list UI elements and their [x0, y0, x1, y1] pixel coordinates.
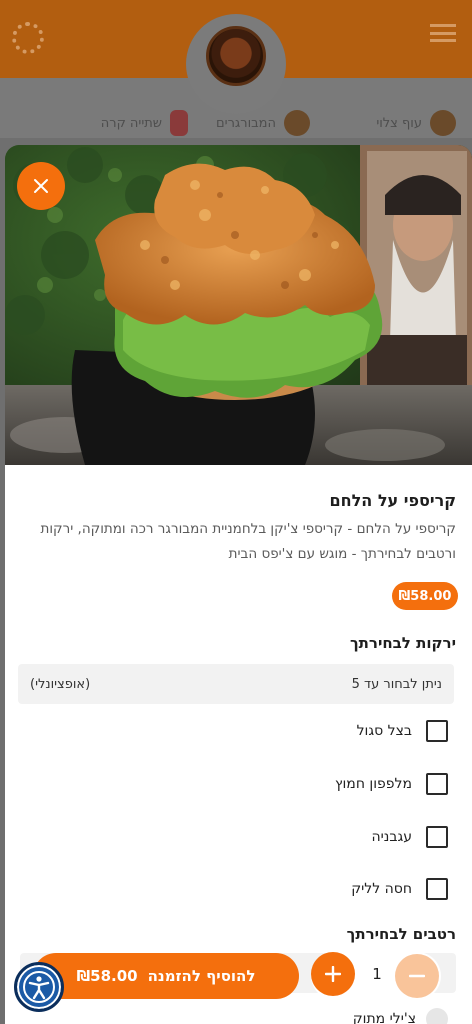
- close-button[interactable]: [17, 162, 65, 210]
- sauce-option-label: צ'ילי מתוק: [352, 1011, 416, 1024]
- category-icon: [284, 110, 310, 136]
- product-image: [5, 145, 472, 465]
- option-checkbox[interactable]: [426, 826, 448, 848]
- category-icon: [170, 110, 188, 136]
- option-label: עגבניה: [371, 829, 412, 845]
- product-description: קריספי על הלחם - קריספי צ'יקן בלחמניית ה…: [40, 521, 456, 562]
- vegetable-option[interactable]: בצל סגול: [357, 719, 448, 743]
- background-categories: עוף צלוי המבורגרים שתייה קרה: [0, 104, 472, 144]
- product-modal: קריספי על הלחם קריספי על הלחם - קריספי צ…: [5, 145, 472, 1024]
- optional-text: (אופציונלי): [30, 676, 91, 692]
- add-to-order-button[interactable]: להוסיף להזמנה ₪58.00: [33, 953, 299, 999]
- sauce-option[interactable]: צ'ילי מתוק: [353, 1007, 448, 1024]
- selection-limit-text: ניתן לבחור עד 5: [351, 676, 442, 692]
- quantity-minus-button[interactable]: [395, 954, 439, 998]
- vegetable-option[interactable]: חסה לליק: [351, 877, 448, 901]
- option-label: בצל סגול: [356, 723, 412, 739]
- quantity-plus-button[interactable]: [311, 952, 355, 996]
- vegetables-section-title: ירקות לבחירתך: [350, 634, 456, 652]
- accessibility-icon: [23, 971, 55, 1003]
- vegetable-option[interactable]: עגבניה: [371, 825, 448, 849]
- accessibility-button[interactable]: [14, 962, 64, 1012]
- option-label: מלפפון חמוץ: [334, 776, 412, 792]
- settings-icon: [12, 22, 44, 54]
- option-label: חסה לליק: [351, 881, 412, 897]
- option-checkbox[interactable]: [426, 720, 448, 742]
- quantity-value: 1: [372, 965, 382, 983]
- close-icon: [34, 179, 48, 193]
- category-icon: [430, 110, 456, 136]
- quantity-stepper: 1: [311, 952, 441, 1000]
- plus-circle-icon[interactable]: [426, 1008, 448, 1024]
- app-root: עוף צלוי המבורגרים שתייה קרה קריספי על ה…: [0, 0, 472, 1024]
- vegetables-info-bar: ניתן לבחור עד 5 (אופציונלי): [18, 664, 454, 704]
- plus-icon: [325, 966, 341, 982]
- category-item: עוף צלוי: [376, 110, 456, 136]
- option-checkbox[interactable]: [426, 878, 448, 900]
- price-badge: ₪58.00: [392, 582, 458, 610]
- vegetable-option[interactable]: מלפפון חמוץ: [335, 772, 448, 796]
- sauces-section-title: רטבים לבחירתך: [346, 925, 456, 943]
- menu-icon: [430, 24, 456, 42]
- restaurant-logo: [206, 26, 266, 86]
- order-total: ₪58.00: [76, 967, 138, 985]
- add-to-order-label: להוסיף להזמנה: [147, 967, 256, 985]
- minus-icon: [409, 974, 425, 978]
- category-item: שתייה קרה: [101, 110, 188, 136]
- product-title: קריספי על הלחם: [329, 491, 456, 510]
- option-checkbox[interactable]: [426, 773, 448, 795]
- crispy-chicken-burger-photo: [5, 145, 472, 465]
- category-item: המבורגרים: [216, 110, 310, 136]
